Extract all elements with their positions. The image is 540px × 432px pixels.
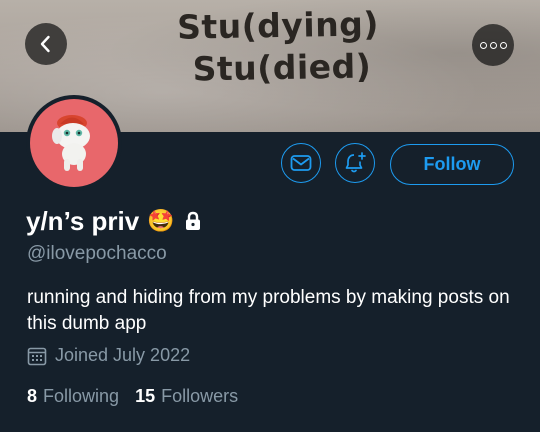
back-button[interactable]	[25, 23, 67, 65]
bell-plus-icon	[345, 152, 366, 173]
lock-icon	[184, 211, 202, 231]
joined-date-row: Joined July 2022	[27, 345, 190, 366]
profile-bio: running and hiding from my problems by m…	[27, 287, 510, 334]
following-label: Following	[43, 386, 120, 406]
avatar[interactable]	[26, 95, 122, 191]
profile-handle: @ilovepochacco	[27, 243, 167, 264]
mail-icon	[290, 155, 312, 171]
display-name: y/n’s priv	[26, 205, 140, 236]
more-options-button[interactable]	[472, 24, 514, 66]
followers-link[interactable]: 15 Followers	[135, 386, 238, 407]
follow-button[interactable]: Follow	[390, 144, 514, 185]
followers-label: Followers	[161, 386, 239, 406]
followers-count: 15	[135, 386, 156, 406]
message-button[interactable]	[281, 143, 321, 183]
following-link[interactable]: 8 Following	[27, 386, 119, 407]
notifications-button[interactable]	[335, 143, 375, 183]
chevron-left-icon	[40, 35, 50, 53]
following-count: 8	[27, 386, 38, 406]
joined-date-text: Joined July 2022	[55, 345, 191, 365]
pochacco-figure-icon	[52, 115, 90, 171]
avatar-image	[30, 99, 118, 187]
calendar-icon	[27, 346, 47, 366]
more-dots-icon	[479, 41, 507, 49]
star-struck-emoji: 🤩	[147, 208, 175, 233]
profile-stats: 8 Following 15 Followers	[27, 386, 254, 407]
profile-name-row: y/n’s priv 🤩	[26, 205, 202, 237]
